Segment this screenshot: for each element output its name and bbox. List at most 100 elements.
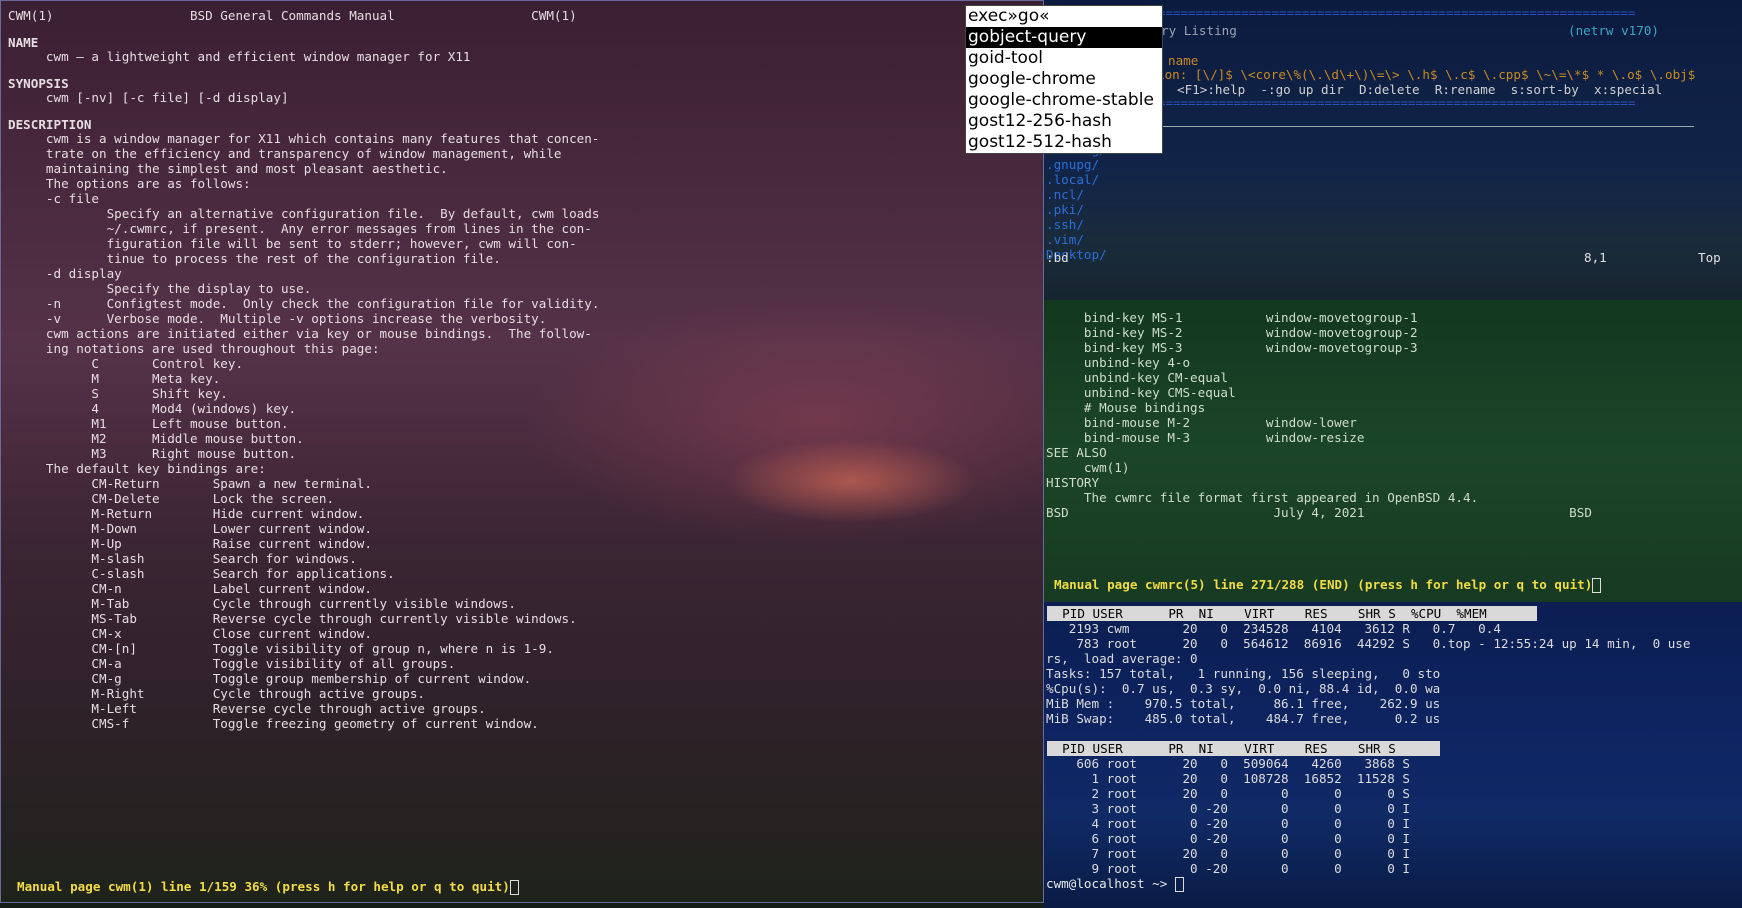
description-line: Specify the display to use.	[8, 281, 312, 296]
netrw-directory-entry: .gnupg/	[1046, 157, 1100, 172]
description-line: tinue to process the rest of the configu…	[8, 251, 501, 266]
vim-command-line: :bd	[1046, 250, 1069, 265]
top-process-rows-b: 606 root 20 0 509064 4260 3868 S 1 root …	[1046, 756, 1410, 876]
description-line: -v Verbose mode. Multiple -v options inc…	[8, 311, 547, 326]
top-process-row: 2 root 20 0 0 0 0 S	[1046, 786, 1410, 801]
description-line: -d display	[8, 266, 122, 281]
dmenu-prompt-input[interactable]: exec»go«	[966, 6, 1162, 27]
man-status-line: Manual page cwm(1) line 1/159 36% (press…	[17, 879, 519, 895]
text-cursor	[509, 880, 519, 895]
top-process-row: 783 root 20 0 564612 86916 44292 S 0.top…	[1046, 636, 1691, 651]
top-process-row: 3 root 0 -20 0 0 0 I	[1046, 801, 1410, 816]
netrw-sort-sequence: ion: [\/]$ \<core\%(\.\d\+\)\=\> \.h$ \.…	[1157, 67, 1696, 82]
description-line: M Meta key.	[8, 371, 221, 386]
top-process-row: 2193 cwm 20 0 234528 4104 3612 R 0.7 0.4	[1046, 621, 1501, 636]
description-line: CM-a Toggle visibility of all groups.	[8, 656, 456, 671]
section-name: NAME	[8, 35, 39, 50]
description-line: C Control key.	[8, 356, 244, 371]
description-line: Specify an alternative configuration fil…	[8, 206, 600, 221]
shell-prompt[interactable]: cwm@localhost ~>	[1046, 876, 1184, 892]
man-header: CWM(1) BSD General Commands Manual CWM(1…	[8, 8, 577, 23]
netrw-directory-entry: .local/	[1046, 172, 1100, 187]
cwmrc-line: bind-key MS-2 window-movetogroup-2	[1046, 325, 1418, 340]
cwmrc-line: unbind-key 4-o	[1046, 355, 1191, 370]
description-line: CM-n Label current window.	[8, 581, 372, 596]
netrw-directory-entry: .ssh/	[1046, 217, 1084, 232]
description-line: maintaining the simplest and most pleasa…	[8, 161, 448, 176]
cwmrc-line: unbind-key CMS-equal	[1046, 385, 1236, 400]
description-line: ing notations are used throughout this p…	[8, 341, 380, 356]
cwmrc-line: bind-mouse M-3 window-resize	[1046, 430, 1365, 445]
top-process-row: 7 root 20 0 0 0 0 I	[1046, 846, 1410, 861]
description-line: CM-x Close current window.	[8, 626, 372, 641]
description-line: CM-g Toggle group membership of current …	[8, 671, 532, 686]
synopsis-line: cwm [-nv] [-c file] [-d display]	[8, 90, 289, 105]
top-process-row: 6 root 0 -20 0 0 0 I	[1046, 831, 1410, 846]
description-line: 4 Mod4 (windows) key.	[8, 401, 297, 416]
top-process-row: 1 root 20 0 108728 16852 11528 S	[1046, 771, 1410, 786]
top-summary: rs, load average: 0 Tasks: 157 total, 1 r…	[1046, 651, 1440, 726]
description-line: M-Tab Cycle through currently visible wi…	[8, 596, 516, 611]
section-synopsis: SYNOPSIS	[8, 76, 69, 91]
name-line: cwm – a lightweight and efficient window…	[8, 49, 471, 64]
cwmrc-status-line: Manual page cwmrc(5) line 271/288 (END) …	[1054, 577, 1602, 593]
description-line: CM-[n] Toggle visibility of group n, whe…	[8, 641, 554, 656]
description-line: CM-Delete Lock the screen.	[8, 491, 335, 506]
description-line: S Shift key.	[8, 386, 228, 401]
cwmrc-line: cwm(1)	[1046, 460, 1130, 475]
dmenu-item[interactable]: google-chrome-stable	[966, 90, 1162, 111]
top-terminal-window[interactable]: PID USER PR NI VIRT RES SHR S %CPU %MEM …	[1044, 602, 1742, 908]
description-line: CM-Return Spawn a new terminal.	[8, 476, 372, 491]
description-line: M-Down Lower current window.	[8, 521, 372, 536]
top-process-row: 606 root 20 0 509064 4260 3868 S	[1046, 756, 1410, 771]
top-process-row: 9 root 0 -20 0 0 0 I	[1046, 861, 1410, 876]
cwmrc-line: # Mouse bindings	[1046, 400, 1206, 415]
dmenu-launcher[interactable]: exec»go« gobject-query goid-tool google-ch…	[965, 5, 1163, 154]
description-line: -n Configtest mode. Only check the confi…	[8, 296, 600, 311]
description-line: M3 Right mouse button.	[8, 446, 297, 461]
cwmrc-line: SEE ALSO	[1046, 445, 1107, 460]
dmenu-item[interactable]: google-chrome	[966, 69, 1162, 90]
netrw-version: (netrw v170)	[1568, 23, 1659, 38]
top-process-rows-a: 2193 cwm 20 0 234528 4104 3612 R 0.7 0.4…	[1046, 621, 1691, 651]
description-body: cwm is a window manager for X11 which co…	[8, 131, 600, 731]
dmenu-item[interactable]: gost12-256-hash	[966, 111, 1162, 132]
vim-scroll-position: Top	[1698, 250, 1721, 265]
dmenu-item[interactable]: goid-tool	[966, 48, 1162, 69]
top-column-header-2: PID USER PR NI VIRT RES SHR S	[1047, 741, 1440, 756]
description-line: CMS-f Toggle freezing geometry of curren…	[8, 716, 539, 731]
cwmrc-body: bind-key MS-1 window-movetogroup-1 bind-…	[1046, 310, 1592, 520]
top-process-row: 4 root 0 -20 0 0 0 I	[1046, 816, 1410, 831]
description-line: ~/.cwmrc, if present. Any error messages…	[8, 221, 592, 236]
description-line: figuration file will be sent to stderr; …	[8, 236, 577, 251]
netrw-directory-entry: .ncl/	[1046, 187, 1084, 202]
dmenu-item[interactable]: gobject-query	[966, 27, 1162, 48]
man-terminal-window[interactable]: CWM(1) BSD General Commands Manual CWM(1…	[0, 0, 1044, 903]
cwmrc-line: BSD July 4, 2021 BSD	[1046, 505, 1592, 520]
top-summary-line: %Cpu(s): 0.7 us, 0.3 sy, 0.0 ni, 88.4 id…	[1046, 681, 1441, 696]
cwmrc-line: bind-key MS-1 window-movetogroup-1	[1046, 310, 1418, 325]
description-line: trate on the efficiency and transparency…	[8, 146, 562, 161]
description-line: -c file	[8, 191, 99, 206]
netrw-sort-label: name	[1168, 53, 1199, 68]
description-line: M2 Middle mouse button.	[8, 431, 304, 446]
cwmrc-line: HISTORY	[1046, 475, 1100, 490]
description-line: M-Right Cycle through active groups.	[8, 686, 426, 701]
top-summary-line: MiB Swap: 485.0 total, 484.7 free, 0.2 u…	[1046, 711, 1441, 726]
description-line: M-slash Search for windows.	[8, 551, 357, 566]
description-line: MS-Tab Reverse cycle through currently v…	[8, 611, 577, 626]
section-description: DESCRIPTION	[8, 117, 92, 132]
netrw-file-list: .config/.gnupg/.local/.ncl/.pki/.ssh/.vi…	[1046, 142, 1107, 262]
description-line: cwm actions are initiated either via key…	[8, 326, 592, 341]
top-summary-line: rs, load average: 0	[1046, 651, 1198, 666]
netrw-title: ry Listing	[1161, 23, 1237, 38]
netrw-directory-entry: .pki/	[1046, 202, 1084, 217]
description-line: M-Return Hide current window.	[8, 506, 365, 521]
dmenu-item[interactable]: gost12-512-hash	[966, 132, 1162, 153]
cwmrc-man-window[interactable]: bind-key MS-1 window-movetogroup-1 bind-…	[1044, 300, 1742, 602]
cwmrc-line: bind-key MS-3 window-movetogroup-3	[1046, 340, 1418, 355]
description-line: M-Left Reverse cycle through active grou…	[8, 701, 486, 716]
description-line: M1 Left mouse button.	[8, 416, 289, 431]
description-line: The default key bindings are:	[8, 461, 266, 476]
cwmrc-line: unbind-key CM-equal	[1046, 370, 1228, 385]
